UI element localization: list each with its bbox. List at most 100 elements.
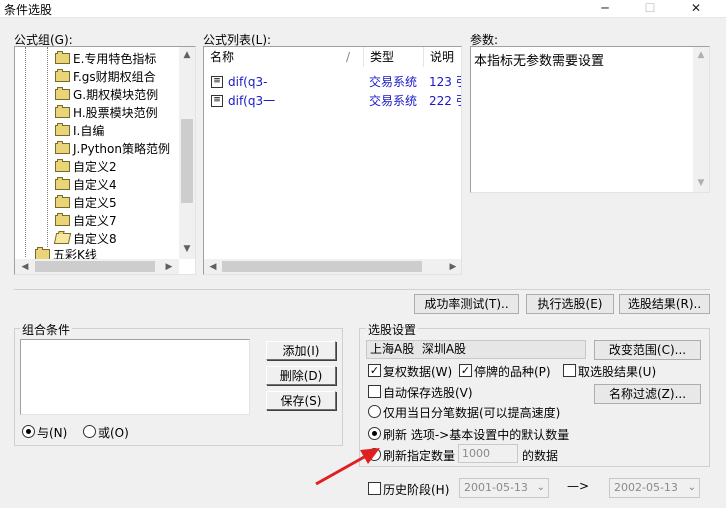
range-display: 上海A股 深圳A股 [366,340,586,359]
refresh-count-label: 刷新指定数量 [383,449,456,463]
tree-item[interactable]: F.gs财期权组合 [55,68,156,86]
folder-icon [55,87,70,100]
and-radio[interactable] [22,425,35,438]
folder-icon [55,213,70,226]
auto-save-label: 自动保存选股(V) [383,386,473,400]
maximize-button[interactable]: ☐ [634,0,666,17]
save-button[interactable]: 保存(S) [266,391,336,410]
formula-icon: ≡ [211,95,223,107]
scroll-right-icon[interactable]: ▶ [447,261,459,273]
tree-item[interactable]: E.专用特色指标 [55,50,156,68]
history-label: 历史阶段(H) [383,483,450,497]
tree-line-outer [25,47,26,257]
take-result-checkbox[interactable] [563,364,576,377]
scroll-left-icon[interactable]: ◀ [207,261,219,273]
list-item[interactable]: ≡ dif(q3一 交易系统 222 引 [204,92,461,110]
tree-hscrollbar[interactable]: ◀ ▶ [15,259,179,274]
close-button[interactable]: ✕ [680,0,712,17]
combo-conditions-list[interactable] [20,339,250,415]
formula-desc: 222 引 [429,94,461,108]
formula-list[interactable]: 名称/ 类型 说明 ≡ dif(q3- 交易系统 123 引 ≡ dif(q3一 交易系统 2… [203,46,462,275]
folder-icon [55,177,70,190]
only-today-radio[interactable] [368,405,381,418]
formula-icon: ≡ [211,76,223,88]
folder-icon [55,141,70,154]
change-range-button[interactable]: 改变范围(C)... [594,340,701,360]
date-from-value: 2001-05-13 [464,481,528,494]
tree-item-label: H.股票模块范例 [73,106,158,120]
success-rate-button[interactable]: 成功率测试(T).. [414,294,519,314]
combo-conditions-title: 组合条件 [20,321,73,338]
tree-item[interactable]: 自定义5 [55,194,117,212]
tree-item-label: 自定义5 [73,196,117,210]
params-text: 本指标无参数需要设置 [474,54,605,69]
date-from-picker[interactable]: 2001-05-13 ⌄ [459,478,549,498]
settings-title: 选股设置 [366,321,419,338]
scroll-down-icon[interactable]: ▼ [695,177,707,189]
scroll-up-icon[interactable]: ▲ [181,49,193,61]
formula-group-tree[interactable]: E.专用特色指标 F.gs财期权组合 G.期权模块范例 H.股票模块范例 I.自编 J.P… [14,46,196,275]
title-bar: 条件选股 ─ ☐ ✕ [0,0,726,18]
tree-item-label: E.专用特色指标 [73,52,157,66]
tree-item[interactable]: H.股票模块范例 [55,104,158,122]
only-today-label: 仅用当日分笔数据(可以提高速度) [383,406,561,420]
or-radio[interactable] [83,425,96,438]
take-result-label: 取选股结果(U) [578,365,657,379]
refresh-default-radio[interactable] [368,427,381,440]
tree-vscroll-thumb[interactable] [181,119,193,203]
history-checkbox[interactable] [368,482,381,495]
folder-icon [55,195,70,208]
tree-item-label: 自定义8 [73,232,117,246]
execute-button[interactable]: 执行选股(E) [526,294,614,314]
tree-item-label: J.Python策略范例 [73,142,170,156]
tree-item[interactable]: 自定义7 [55,212,117,230]
folder-icon [55,69,70,82]
column-header-desc[interactable]: 说明 [424,47,461,67]
minimize-button[interactable]: ─ [589,0,621,17]
tree-line [47,47,48,247]
chevron-down-icon: ⌄ [687,482,696,493]
column-header-type[interactable]: 类型 [364,47,424,67]
tree-vscrollbar[interactable]: ▲ ▼ [179,47,195,259]
formula-type: 交易系统 [369,75,418,89]
tree-item[interactable]: 自定义4 [55,176,117,194]
scroll-up-icon[interactable]: ▲ [695,49,707,61]
tree-item-label: 自定义2 [73,160,117,174]
refresh-count-input[interactable]: 1000 [458,444,518,463]
tree-hscroll-thumb[interactable] [35,261,155,272]
scroll-down-icon[interactable]: ▼ [181,243,193,255]
scroll-right-icon[interactable]: ▶ [163,261,175,273]
scroll-left-icon[interactable]: ◀ [19,261,31,273]
date-to-picker[interactable]: 2002-05-13 ⌄ [609,478,700,498]
suspended-checkbox[interactable]: ✓ [459,364,472,377]
result-button[interactable]: 选股结果(R).. [619,294,710,314]
tree-item[interactable]: J.Python策略范例 [55,140,170,158]
tree-item[interactable]: G.期权模块范例 [55,86,158,104]
folder-icon [55,51,70,64]
list-hscrollbar[interactable]: ◀ ▶ [204,259,461,274]
refresh-count-suffix: 的数据 [522,449,559,463]
window-title: 条件选股 [4,3,53,17]
list-hscroll-thumb[interactable] [222,261,422,272]
name-filter-button[interactable]: 名称过滤(Z)... [594,384,701,404]
delete-button[interactable]: 删除(D) [266,366,336,385]
list-item[interactable]: ≡ dif(q3- 交易系统 123 引 [204,73,461,91]
rights-label: 复权数据(W) [383,365,453,379]
formula-desc: 123 引 [429,75,461,89]
column-header-name[interactable]: 名称 / [204,47,364,67]
auto-save-checkbox[interactable] [368,385,381,398]
tree-item[interactable]: I.自编 [55,122,104,140]
formula-name: dif(q3一 [228,94,276,108]
divider [14,289,710,290]
refresh-default-label: 刷新 选项->基本设置中的默认数量 [383,428,570,442]
tree-item-label: 自定义7 [73,214,117,228]
add-button[interactable]: 添加(I) [266,341,336,360]
date-to-value: 2002-05-13 [614,481,678,494]
tree-item-label: F.gs财期权组合 [73,70,156,84]
tree-item[interactable]: 自定义2 [55,158,117,176]
rights-checkbox[interactable]: ✓ [368,364,381,377]
and-label: 与(N) [37,426,68,440]
params-vscrollbar[interactable]: ▲ ▼ [693,47,709,192]
formula-type: 交易系统 [369,94,418,108]
tree-item-label: I.自编 [73,124,105,138]
